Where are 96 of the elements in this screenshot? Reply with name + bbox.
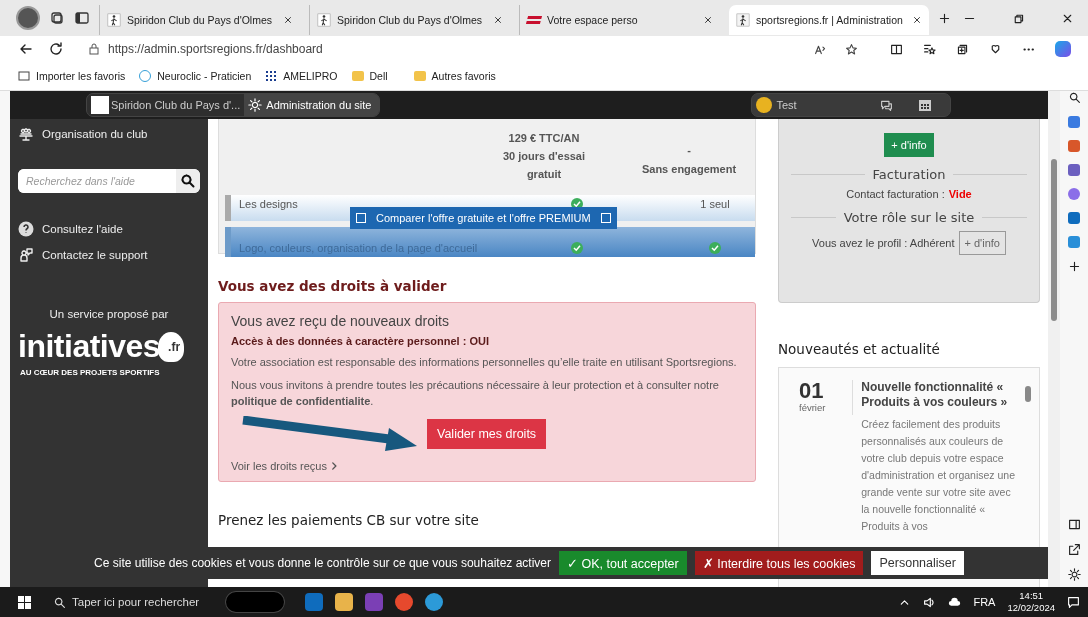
folder-icon bbox=[413, 71, 426, 81]
engagement-text: Sans engagement bbox=[641, 163, 737, 175]
customize-button[interactable]: Personnaliser bbox=[871, 551, 964, 575]
rights-paragraph: Votre association est responsable des informations personnelles qu’elle traite en utilisant Sportsregions. bbox=[231, 355, 738, 370]
close-icon[interactable] bbox=[283, 15, 293, 25]
close-icon[interactable] bbox=[912, 15, 922, 25]
close-icon[interactable] bbox=[703, 15, 713, 25]
scrollbar-thumb[interactable] bbox=[1025, 386, 1031, 402]
chevron-icon bbox=[329, 461, 339, 471]
search-icon[interactable] bbox=[1067, 91, 1081, 104]
news-day: 01 bbox=[799, 380, 853, 402]
organisation-link[interactable]: Organisation du club bbox=[18, 125, 200, 143]
lock-icon bbox=[88, 43, 100, 55]
view-rights-link[interactable]: Voir les droits reçus bbox=[231, 460, 339, 472]
news-title[interactable]: Nouvelle fonctionnalité « Produits à vos couleurs » bbox=[861, 380, 1019, 410]
rights-title: Vous avez reçu de nouveaux droits bbox=[231, 313, 450, 329]
help-search-field[interactable]: Recherchez dans l'aide bbox=[18, 169, 200, 193]
site-logo-icon bbox=[525, 16, 543, 24]
search-icon[interactable] bbox=[176, 169, 200, 193]
search-icon bbox=[53, 595, 66, 609]
initiatives-logo[interactable]: initiatives .fr AU CŒUR DES PROJETS SPORTIFS bbox=[18, 328, 200, 380]
refuse-cookies-button[interactable]: ✗ Interdire tous les cookies bbox=[694, 551, 864, 575]
scrollbar-thumb[interactable] bbox=[1051, 159, 1057, 321]
clock[interactable]: 14:51 12/02/2024 bbox=[1007, 590, 1055, 614]
profile-avatar-icon[interactable] bbox=[16, 6, 40, 30]
workspaces-icon[interactable] bbox=[49, 10, 65, 26]
rights-heading: Vous avez des droits à valider bbox=[218, 278, 448, 294]
profile-info-button[interactable]: + d'info bbox=[958, 231, 1006, 255]
feature-label: Les designs bbox=[239, 198, 298, 210]
avatar-icon bbox=[756, 97, 773, 113]
payments-heading: Prenez les paiements CB sur votre site bbox=[218, 512, 480, 528]
chat-icon[interactable] bbox=[880, 98, 894, 112]
taskbar-search-field[interactable]: Taper ici pour rechercher bbox=[53, 595, 213, 609]
support-icon bbox=[18, 247, 34, 263]
accept-cookies-button[interactable]: ✓ OK, tout accepter bbox=[559, 551, 687, 575]
check-icon bbox=[571, 242, 583, 254]
browser-tab[interactable]: sportsregions.fr | Administration bbox=[729, 5, 929, 35]
browser-tab[interactable]: Spiridon Club du Pays d'Olmes bbox=[309, 5, 510, 35]
cookie-text: Ce site utilise des cookies et vous donne le contrôle sur ce que vous souhaitez activer bbox=[94, 556, 551, 570]
favorites-link[interactable]: Dell bbox=[351, 70, 388, 82]
sidebar-icon[interactable] bbox=[1067, 518, 1081, 531]
browser-tab[interactable]: Votre espace perso bbox=[519, 5, 720, 35]
runner-icon bbox=[736, 13, 750, 27]
billing-label: Contact facturation : bbox=[846, 188, 945, 200]
club-link[interactable]: Spiridon Club du Pays d'... bbox=[87, 94, 245, 116]
close-icon[interactable] bbox=[493, 15, 503, 25]
split-screen-icon[interactable] bbox=[890, 42, 903, 56]
service-text: Un service proposé par bbox=[48, 308, 170, 320]
help-link[interactable]: Consultez l'aide bbox=[18, 220, 200, 238]
validate-rights-button[interactable]: Valider mes droits bbox=[427, 419, 547, 449]
help-icon bbox=[18, 221, 34, 237]
notification-icon[interactable] bbox=[1067, 595, 1080, 609]
favorites-icon[interactable] bbox=[923, 42, 936, 56]
runner-icon bbox=[107, 13, 121, 27]
info-button[interactable]: + d'info bbox=[884, 133, 934, 157]
language-indicator[interactable]: FRA bbox=[973, 596, 996, 608]
calendar-icon[interactable] bbox=[918, 98, 933, 112]
support-link[interactable]: Contactez le support bbox=[18, 246, 200, 264]
dash-text: - bbox=[687, 144, 691, 156]
news-heading: Nouveautés et actualité bbox=[778, 341, 941, 357]
caret-icon bbox=[356, 213, 366, 223]
price-text: 129 € TTC/AN 30 jours d'essai gratuit bbox=[501, 131, 587, 182]
new-tab-icon[interactable] bbox=[938, 11, 951, 25]
favorites-link[interactable]: Neuroclic - Praticien bbox=[139, 70, 252, 82]
browser-tab[interactable]: Spiridon Club du Pays d'Olmes bbox=[99, 5, 300, 35]
check-icon bbox=[709, 242, 721, 254]
access-text: Accès à des données à caractère personnel : OUI bbox=[231, 335, 490, 347]
billing-value: Vide bbox=[948, 188, 972, 200]
windows-start-icon[interactable] bbox=[18, 595, 31, 609]
compare-offers-button[interactable]: Comparer l'offre gratuite et l'offre PREMIUM bbox=[350, 207, 617, 229]
favorites-link[interactable]: AMELIPRO bbox=[265, 70, 338, 82]
runner-icon bbox=[317, 13, 331, 27]
add-icon[interactable] bbox=[1067, 260, 1081, 273]
profile-text: Vous avez le profil : Adhérent bbox=[812, 237, 955, 249]
settings-icon[interactable] bbox=[1067, 568, 1081, 581]
billing-title: Facturation bbox=[872, 167, 946, 182]
volume-icon[interactable] bbox=[923, 595, 937, 609]
external-link-icon[interactable] bbox=[1067, 543, 1081, 556]
news-text: Créez facilement des produits personnalisés aux couleurs de votre club depuis votre espace d'administration et organisez une grande vente sur votre site avec la nouvelle fonctionnalité « Produits à vos bbox=[861, 417, 1016, 534]
caret-icon bbox=[600, 213, 611, 223]
news-month: février bbox=[799, 402, 827, 413]
admin-link[interactable]: Administration du site bbox=[244, 94, 380, 116]
rights-paragraph: Nous vous invitons à prendre toutes les précautions nécessaire à leur protection et à consulter notre politique de confidentialite. bbox=[231, 378, 720, 409]
favorites-link[interactable]: Importer les favoris bbox=[18, 70, 126, 82]
feature-value: 1 seul bbox=[700, 198, 730, 210]
cloud-icon[interactable] bbox=[948, 595, 962, 609]
role-title: Votre rôle sur le site bbox=[843, 210, 975, 225]
star-icon[interactable] bbox=[845, 42, 858, 56]
settings-icon bbox=[248, 98, 263, 112]
tab-actions-icon[interactable] bbox=[74, 10, 90, 26]
folder-icon bbox=[351, 71, 364, 81]
group-icon bbox=[18, 126, 34, 142]
import-icon bbox=[18, 70, 30, 82]
refresh-icon[interactable] bbox=[48, 41, 64, 57]
grid-icon bbox=[265, 70, 278, 82]
collections-icon[interactable] bbox=[956, 42, 969, 56]
